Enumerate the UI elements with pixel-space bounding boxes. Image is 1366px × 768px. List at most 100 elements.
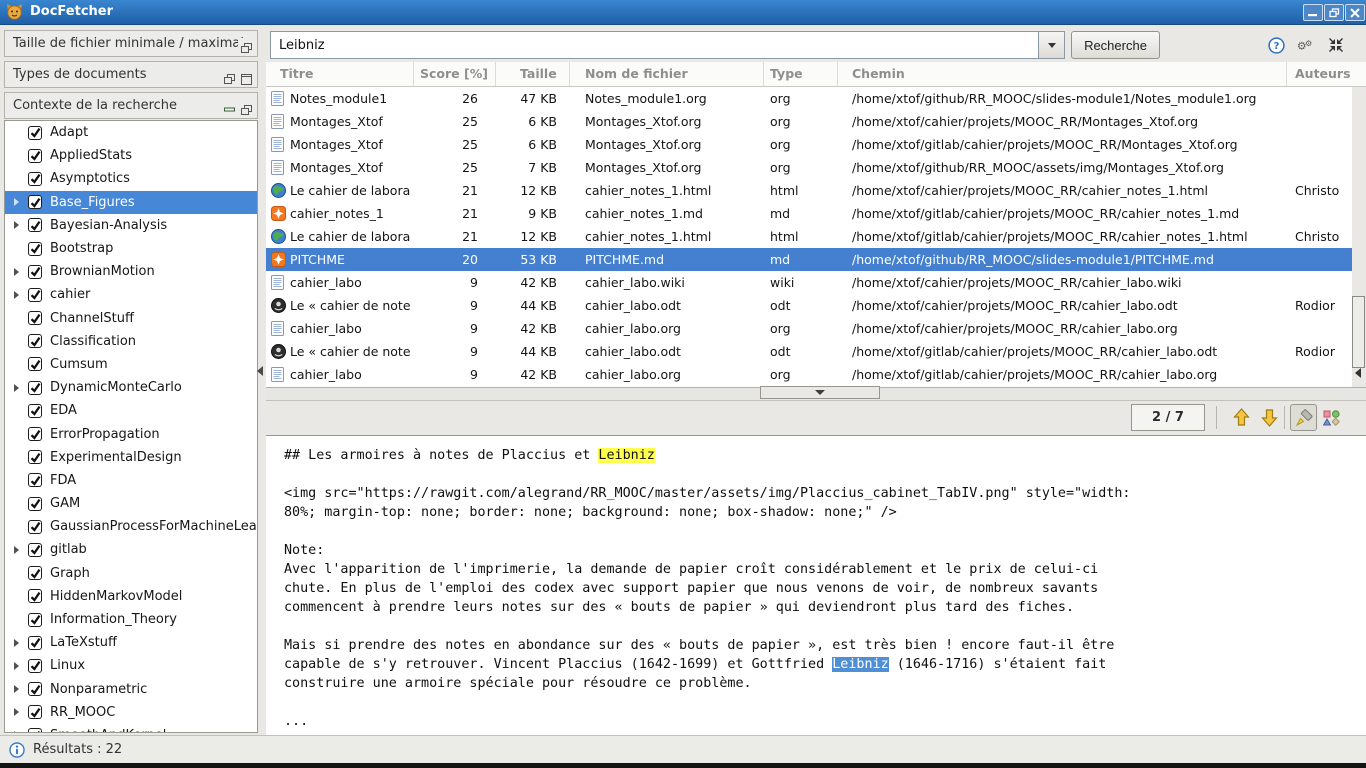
tree-item[interactable]: cahier	[5, 283, 257, 306]
tree-item[interactable]: Information_Theory	[5, 608, 257, 631]
tree-item[interactable]: FDA	[5, 469, 257, 492]
doctypes-panel-header[interactable]: Types de documents	[4, 61, 258, 88]
expander-icon[interactable]	[14, 291, 28, 299]
tree-item[interactable]: SmoothAndKernel	[5, 724, 257, 733]
tree-item[interactable]: ChannelStuff	[5, 307, 257, 330]
close-button[interactable]	[1345, 4, 1365, 21]
tree-item[interactable]: Adapt	[5, 121, 257, 144]
checkbox[interactable]	[28, 126, 42, 140]
tree-item[interactable]: AppliedStats	[5, 144, 257, 167]
checkbox[interactable]	[28, 497, 42, 511]
previous-match-button[interactable]	[1228, 404, 1255, 431]
result-row[interactable]: Montages_Xtof256 KBMontages_Xtof.orgorg/…	[266, 110, 1352, 133]
checkbox[interactable]	[28, 288, 42, 302]
checkbox[interactable]	[28, 265, 42, 279]
result-row[interactable]: Notes_module12647 KBNotes_module1.orgorg…	[266, 87, 1352, 110]
filesize-panel-header[interactable]: Taille de fichier minimale / maximale	[4, 30, 258, 57]
minimize-to-tray-icon[interactable]	[1327, 36, 1345, 54]
column-header-score[interactable]: Score [%]	[414, 62, 496, 86]
tree-item[interactable]: DynamicMonteCarlo	[5, 376, 257, 399]
tree-item[interactable]: Graph	[5, 562, 257, 585]
minimize-panel-icon[interactable]	[224, 100, 235, 111]
tree-item[interactable]: HiddenMarkovModel	[5, 585, 257, 608]
expander-icon[interactable]	[14, 384, 28, 392]
checkbox[interactable]	[28, 543, 42, 557]
expander-icon[interactable]	[14, 731, 28, 733]
tree-item[interactable]: BrownianMotion	[5, 260, 257, 283]
preview-pane[interactable]: ## Les armoires à notes de Placcius et L…	[266, 435, 1366, 735]
restore-button[interactable]	[1324, 4, 1344, 21]
checkbox[interactable]	[28, 149, 42, 163]
checkbox[interactable]	[28, 613, 42, 627]
checkbox[interactable]	[28, 728, 42, 733]
column-header-titre[interactable]: Titre	[266, 62, 414, 86]
sidebar-collapse-arrow[interactable]	[257, 366, 263, 376]
tree-item[interactable]: GAM	[5, 492, 257, 515]
checkbox[interactable]	[28, 682, 42, 696]
result-row[interactable]: Le cahier de labora2112 KBcahier_notes_1…	[266, 225, 1352, 248]
result-row[interactable]: Le cahier de labora2112 KBcahier_notes_1…	[266, 179, 1352, 202]
expander-icon[interactable]	[14, 268, 28, 276]
minimize-button[interactable]	[1303, 4, 1323, 21]
checkbox[interactable]	[28, 404, 42, 418]
tree-item[interactable]: Base_Figures	[5, 191, 257, 214]
preview-mode-shapes-icon[interactable]	[1321, 408, 1341, 428]
column-header-type[interactable]: Type	[764, 62, 838, 86]
checkbox[interactable]	[28, 195, 42, 209]
tree-item[interactable]: Bayesian-Analysis	[5, 214, 257, 237]
tree-item[interactable]: EDA	[5, 399, 257, 422]
checkbox[interactable]	[28, 473, 42, 487]
checkbox[interactable]	[28, 311, 42, 325]
tree-item[interactable]: Classification	[5, 330, 257, 353]
preferences-gears-icon[interactable]: ⚙⚙	[1296, 36, 1314, 54]
checkbox[interactable]	[28, 589, 42, 603]
checkbox[interactable]	[28, 450, 42, 464]
checkbox[interactable]	[28, 357, 42, 371]
checkbox[interactable]	[28, 705, 42, 719]
expander-icon[interactable]	[14, 546, 28, 554]
tree-item[interactable]: Asymptotics	[5, 167, 257, 190]
expander-icon[interactable]	[14, 221, 28, 229]
checkbox[interactable]	[28, 566, 42, 580]
checkbox[interactable]	[28, 659, 42, 673]
result-row[interactable]: cahier_notes_1219 KBcahier_notes_1.mdmd/…	[266, 202, 1352, 225]
highlight-toggle-button[interactable]	[1290, 404, 1317, 431]
result-row[interactable]: Le « cahier de note944 KBcahier_labo.odt…	[266, 340, 1352, 363]
column-header-auteurs[interactable]: Auteurs	[1287, 62, 1366, 86]
column-header-taille[interactable]: Taille	[496, 62, 570, 86]
result-row[interactable]: Montages_Xtof256 KBMontages_Xtof.orgorg/…	[266, 133, 1352, 156]
expander-icon[interactable]	[14, 662, 28, 670]
tree-item[interactable]: gitlab	[5, 538, 257, 561]
help-icon[interactable]: ?	[1267, 36, 1285, 54]
result-row[interactable]: PITCHME2053 KBPITCHME.mdmd/home/xtof/git…	[266, 248, 1352, 271]
tree-item[interactable]: Linux	[5, 654, 257, 677]
tree-item[interactable]: Nonparametric	[5, 678, 257, 701]
result-row[interactable]: Le « cahier de note944 KBcahier_labo.odt…	[266, 294, 1352, 317]
checkbox[interactable]	[28, 172, 42, 186]
checkbox[interactable]	[28, 334, 42, 348]
checkbox[interactable]	[28, 520, 42, 534]
tree-item[interactable]: ErrorPropagation	[5, 422, 257, 445]
tree-item[interactable]: Cumsum	[5, 353, 257, 376]
next-match-button[interactable]	[1256, 404, 1283, 431]
tree-item[interactable]: LaTeXstuff	[5, 631, 257, 654]
search-button[interactable]: Recherche	[1071, 31, 1160, 59]
result-row[interactable]: cahier_labo942 KBcahier_labo.wikiwiki/ho…	[266, 271, 1352, 294]
tree-item[interactable]: GaussianProcessForMachineLea	[5, 515, 257, 538]
checkbox[interactable]	[28, 218, 42, 232]
result-row[interactable]: cahier_labo942 KBcahier_labo.orgorg/home…	[266, 317, 1352, 340]
column-header-nom[interactable]: Nom de fichier	[570, 62, 764, 86]
table-scroll-left-arrow[interactable]	[1355, 368, 1361, 378]
result-row[interactable]: cahier_labo942 KBcahier_labo.orgorg/home…	[266, 363, 1352, 386]
tree-item[interactable]: ExperimentalDesign	[5, 446, 257, 469]
result-row[interactable]: Montages_Xtof257 KBMontages_Xtof.orgorg/…	[266, 156, 1352, 179]
expander-icon[interactable]	[14, 639, 28, 647]
expander-icon[interactable]	[14, 708, 28, 716]
checkbox[interactable]	[28, 381, 42, 395]
search-dropdown-button[interactable]	[1038, 31, 1065, 59]
tree-item[interactable]: Bootstrap	[5, 237, 257, 260]
restore-panel-icon[interactable]	[241, 100, 252, 111]
checkbox[interactable]	[28, 242, 42, 256]
sash-collapse-button[interactable]	[760, 386, 880, 399]
restore-panel-icon[interactable]	[241, 38, 252, 49]
